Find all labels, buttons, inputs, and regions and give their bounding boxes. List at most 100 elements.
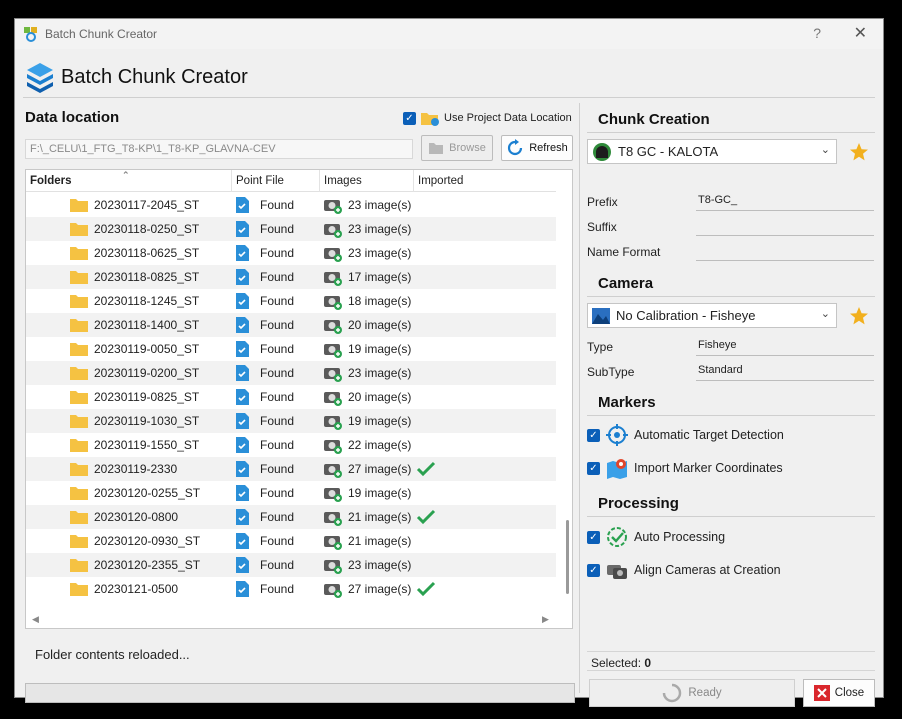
folder-name: 20230118-1245_ST [94,294,200,308]
header-divider [23,97,875,98]
image-count: 19 image(s) [348,414,412,428]
table-row[interactable]: 20230121-0500 Found 27 image(s) [26,577,556,601]
checkbox-checked-icon[interactable]: ✓ [587,530,600,544]
camera-icon [324,320,342,334]
point-file-status: Found [260,198,295,212]
folder-name: 20230117-2045_ST [94,198,200,212]
point-file-icon [236,533,249,549]
point-file-status: Found [260,246,295,260]
ready-button[interactable]: Ready [589,679,795,707]
table-row[interactable]: 20230120-0930_ST Found 21 image(s) [26,529,556,553]
browse-label: Browse [449,142,486,154]
table-row[interactable]: 20230117-2045_ST Found 23 image(s) [26,193,556,217]
prefix-field[interactable]: T8-GC_ [696,191,874,211]
auto-processing-option[interactable]: ✓ Auto Processing [587,526,725,548]
import-marker-option[interactable]: ✓ Import Marker Coordinates [587,457,783,479]
vertical-scrollbar[interactable] [561,170,572,628]
chevron-down-icon: ⌄ [820,308,830,320]
chunk-creation-title: Chunk Creation [587,105,875,133]
table-row[interactable]: 20230119-0050_ST Found 19 image(s) [26,337,556,361]
point-file-icon [236,341,249,357]
column-header-images[interactable]: Images [320,170,414,192]
camera-icon [324,200,342,214]
close-button[interactable]: Close [803,679,875,707]
table-row[interactable]: 20230118-0625_ST Found 23 image(s) [26,241,556,265]
table-row[interactable]: 20230119-1030_ST Found 19 image(s) [26,409,556,433]
right-panel: Chunk Creation T8 GC - KALOTA ⌄ Prefix T… [587,103,877,707]
camera-preset-select[interactable]: No Calibration - Fisheye ⌄ [587,303,837,328]
folder-name: 20230119-1030_ST [94,414,200,428]
table-row[interactable]: 20230119-0200_ST Found 23 image(s) [26,361,556,385]
checkbox-checked-icon[interactable]: ✓ [403,111,416,125]
folder-name: 20230120-2355_ST [94,558,201,572]
point-file-status: Found [260,222,295,236]
table-row[interactable]: 20230120-2355_ST Found 23 image(s) [26,553,556,577]
name-format-field[interactable] [696,241,874,261]
column-header-folders[interactable]: Folders ⌃ [26,170,232,192]
auto-target-label: Automatic Target Detection [634,428,784,442]
table-row[interactable]: 20230118-1245_ST Found 18 image(s) [26,289,556,313]
camera-icon [324,440,342,454]
help-button[interactable]: ? [813,25,821,41]
point-file-icon [236,557,249,573]
folder-name: 20230118-0625_ST [94,246,200,260]
type-label: Type [587,340,614,354]
page-title: Batch Chunk Creator [61,66,248,88]
folder-icon [70,343,88,356]
checkbox-checked-icon[interactable]: ✓ [587,428,600,442]
point-file-icon [236,581,249,597]
checkbox-checked-icon[interactable]: ✓ [587,563,600,577]
column-header-point-file[interactable]: Point File [232,170,320,192]
table-row[interactable]: 20230118-1400_ST Found 20 image(s) [26,313,556,337]
title-bar[interactable]: Batch Chunk Creator ? ✕ [15,19,883,49]
image-count: 23 image(s) [348,366,412,380]
folder-icon [70,199,88,212]
table-row[interactable]: 20230118-0250_ST Found 23 image(s) [26,217,556,241]
table-row[interactable]: 20230120-0800 Found 21 image(s) [26,505,556,529]
name-format-label: Name Format [587,245,661,259]
align-cameras-option[interactable]: ✓ Align Cameras at Creation [587,559,781,581]
image-count: 23 image(s) [348,558,412,572]
table-row[interactable]: 20230120-0255_ST Found 19 image(s) [26,481,556,505]
favorite-star-icon[interactable] [849,306,869,326]
markers-title: Markers [587,388,875,416]
folder-tree-table[interactable]: Folders ⌃ Point File Images Imported 2023… [25,169,573,629]
suffix-label: Suffix [587,220,617,234]
subtype-field[interactable]: Standard [696,361,874,381]
use-project-location-label: Use Project Data Location [444,112,572,124]
auto-target-option[interactable]: ✓ Automatic Target Detection [587,424,784,446]
point-file-status: Found [260,270,295,284]
camera-icon [324,248,342,262]
image-count: 18 image(s) [348,294,412,308]
point-file-icon [236,485,249,501]
imported-check-icon [416,461,436,477]
type-field[interactable]: Fisheye [696,336,874,356]
chunk-preset-select[interactable]: T8 GC - KALOTA ⌄ [587,139,837,164]
folder-icon [70,439,88,452]
data-path-field[interactable]: F:\_CELU\1_FTG_T8-KP\1_T8-KP_GLAVNA-CEV [25,139,413,159]
refresh-button[interactable]: Refresh [501,135,573,161]
table-row[interactable]: 20230119-0825_ST Found 20 image(s) [26,385,556,409]
refresh-label: Refresh [529,142,568,154]
column-header-imported[interactable]: Imported [414,170,556,192]
map-pin-icon [607,459,627,479]
suffix-field[interactable] [696,216,874,236]
folder-name: 20230119-1550_ST [94,438,200,452]
browse-button[interactable]: Browse [421,135,493,161]
use-project-location-checkbox[interactable]: ✓ Use Project Data Location [403,109,572,127]
horizontal-scrollbar[interactable]: ◀ ▶ [26,612,561,628]
table-row[interactable]: 20230119-1550_ST Found 22 image(s) [26,433,556,457]
folder-icon [70,583,88,596]
processing-title: Processing [587,489,875,517]
checkbox-checked-icon[interactable]: ✓ [587,461,600,475]
favorite-star-icon[interactable] [849,142,869,162]
table-row[interactable]: 20230118-0825_ST Found 17 image(s) [26,265,556,289]
scroll-right-icon[interactable]: ▶ [542,614,549,625]
point-file-status: Found [260,414,295,428]
tunnel-icon [593,142,611,161]
scroll-left-icon[interactable]: ◀ [32,614,39,625]
point-file-status: Found [260,558,295,572]
window-close-button[interactable]: ✕ [854,23,867,43]
table-row[interactable]: 20230119-2330 Found 27 image(s) [26,457,556,481]
scrollbar-thumb[interactable] [566,520,569,594]
